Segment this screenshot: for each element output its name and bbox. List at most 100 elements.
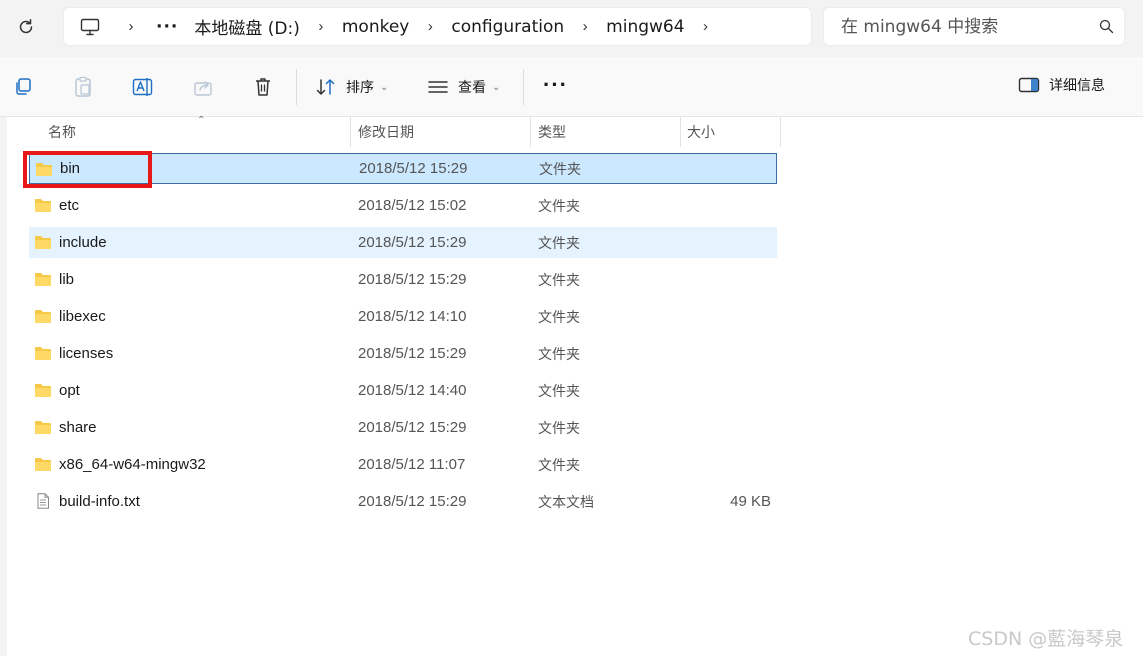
sort-menu-button[interactable]: 排序 ⌄: [316, 71, 388, 103]
view-menu-button[interactable]: 查看 ⌄: [428, 71, 500, 103]
search-box[interactable]: [823, 7, 1125, 46]
file-date: 2018/5/12 14:40: [358, 382, 467, 399]
address-toolbar: › ··· 本地磁盘 (D:) › monkey › configuration…: [0, 0, 1143, 57]
chevron-right-icon[interactable]: ›: [116, 18, 146, 35]
paste-button[interactable]: [69, 74, 97, 100]
column-header-name[interactable]: 名称: [48, 117, 76, 147]
chevron-right-icon[interactable]: ›: [306, 18, 336, 35]
folder-icon: [35, 236, 51, 249]
annotation-highlight-box: [23, 151, 152, 188]
search-button[interactable]: [1088, 19, 1124, 34]
chevron-right-icon[interactable]: ›: [691, 18, 721, 35]
file-date: 2018/5/12 15:29: [358, 419, 467, 436]
file-type: 文件夹: [538, 457, 580, 474]
breadcrumb-overflow[interactable]: ···: [146, 17, 188, 37]
column-resizer[interactable]: [350, 117, 351, 147]
monitor-icon: [80, 18, 100, 35]
file-type: 文件夹: [538, 198, 580, 215]
column-header-size[interactable]: 大小: [687, 117, 715, 147]
chevron-right-icon[interactable]: ›: [415, 18, 445, 35]
file-date: 2018/5/12 15:29: [358, 271, 467, 288]
more-options-button[interactable]: ···: [543, 71, 568, 99]
breadcrumb-drive[interactable]: 本地磁盘 (D:): [188, 14, 306, 39]
folder-icon: [35, 421, 51, 434]
text-file-icon: [37, 493, 49, 509]
file-name: share: [59, 419, 97, 436]
file-row-libexec[interactable]: libexec 2018/5/12 14:10 文件夹: [29, 301, 777, 332]
refresh-button[interactable]: [10, 12, 42, 42]
rename-button[interactable]: [129, 74, 157, 100]
rename-icon: [132, 78, 153, 96]
file-type: 文件夹: [538, 272, 580, 289]
chevron-right-icon[interactable]: ›: [570, 18, 600, 35]
file-list: bin 2018/5/12 15:29 文件夹 etc 2018/5/12 15…: [29, 153, 777, 523]
file-date: 2018/5/12 15:29: [358, 234, 467, 251]
folder-icon: [35, 384, 51, 397]
file-name: lib: [59, 271, 75, 288]
file-row-include[interactable]: include 2018/5/12 15:29 文件夹: [29, 227, 777, 258]
file-type: 文件夹: [538, 383, 580, 400]
details-pane-icon: [1018, 77, 1040, 93]
chevron-down-icon: ⌄: [380, 81, 389, 93]
file-name: etc: [59, 197, 80, 214]
breadcrumb-configuration[interactable]: configuration: [445, 17, 570, 37]
copy-icon: [16, 78, 31, 95]
search-input[interactable]: [841, 16, 1088, 37]
file-date: 2018/5/12 14:10: [358, 308, 467, 325]
details-pane-button[interactable]: 详细信息: [1018, 75, 1105, 95]
folder-icon: [35, 458, 51, 471]
file-row-etc[interactable]: etc 2018/5/12 15:02 文件夹: [29, 190, 777, 221]
trash-icon: [256, 78, 270, 96]
sort-label: 排序: [346, 80, 374, 96]
toolbar-divider: [296, 69, 297, 105]
refresh-icon: [19, 19, 33, 34]
file-name: licenses: [59, 345, 114, 362]
file-row-x86_64-w64-mingw32[interactable]: x86_64-w64-mingw32 2018/5/12 11:07 文件夹: [29, 449, 777, 480]
column-header-type[interactable]: 类型: [538, 117, 566, 147]
share-icon: [194, 81, 212, 96]
file-type: 文本文档: [538, 494, 594, 511]
address-bar[interactable]: › ··· 本地磁盘 (D:) › monkey › configuration…: [63, 7, 812, 46]
file-date: 2018/5/12 15:29: [358, 345, 467, 362]
file-type: 文件夹: [538, 420, 580, 437]
column-header-row: ⌃ 名称 修改日期 类型 大小: [7, 115, 1143, 147]
toolbar-divider: [523, 69, 524, 105]
column-resizer[interactable]: [530, 117, 531, 147]
folder-icon: [35, 199, 51, 212]
file-row-build-info[interactable]: build-info.txt 2018/5/12 15:29 文本文档 49 K…: [29, 486, 777, 517]
file-type: 文件夹: [538, 346, 580, 363]
delete-button[interactable]: [249, 74, 277, 100]
file-row-share[interactable]: share 2018/5/12 15:29 文件夹: [29, 412, 777, 443]
folder-icon: [35, 347, 51, 360]
copy-button[interactable]: [9, 74, 37, 100]
file-name: libexec: [59, 308, 106, 325]
file-name: include: [59, 234, 107, 251]
view-list-icon: [428, 81, 448, 93]
share-button[interactable]: [189, 74, 217, 100]
file-name: x86_64-w64-mingw32: [59, 456, 206, 473]
file-date: 2018/5/12 15:29: [359, 160, 468, 177]
file-type: 文件夹: [538, 309, 580, 326]
folder-icon: [35, 310, 51, 323]
column-header-date[interactable]: 修改日期: [358, 117, 414, 147]
column-resizer[interactable]: [680, 117, 681, 147]
details-label: 详细信息: [1049, 78, 1105, 94]
file-date: 2018/5/12 11:07: [358, 456, 466, 473]
folder-icon: [35, 273, 51, 286]
breadcrumb-mingw64[interactable]: mingw64: [600, 17, 690, 37]
file-size: 49 KB: [730, 493, 771, 510]
file-row-licenses[interactable]: licenses 2018/5/12 15:29 文件夹: [29, 338, 777, 369]
file-type: 文件夹: [538, 235, 580, 252]
sort-ascending-icon: ⌃: [197, 115, 206, 126]
command-bar: 排序 ⌄ 查看 ⌄ ··· 详细信息: [0, 57, 1143, 117]
view-label: 查看: [458, 80, 486, 96]
file-row-opt[interactable]: opt 2018/5/12 14:40 文件夹: [29, 375, 777, 406]
file-row-lib[interactable]: lib 2018/5/12 15:29 文件夹: [29, 264, 777, 295]
this-pc-button[interactable]: [64, 18, 116, 36]
navigation-pane-edge: [0, 117, 7, 656]
breadcrumb-monkey[interactable]: monkey: [336, 17, 416, 37]
file-date: 2018/5/12 15:02: [358, 197, 467, 214]
file-name: opt: [59, 382, 80, 399]
sort-icon: [316, 79, 335, 95]
column-resizer[interactable]: [780, 117, 781, 147]
